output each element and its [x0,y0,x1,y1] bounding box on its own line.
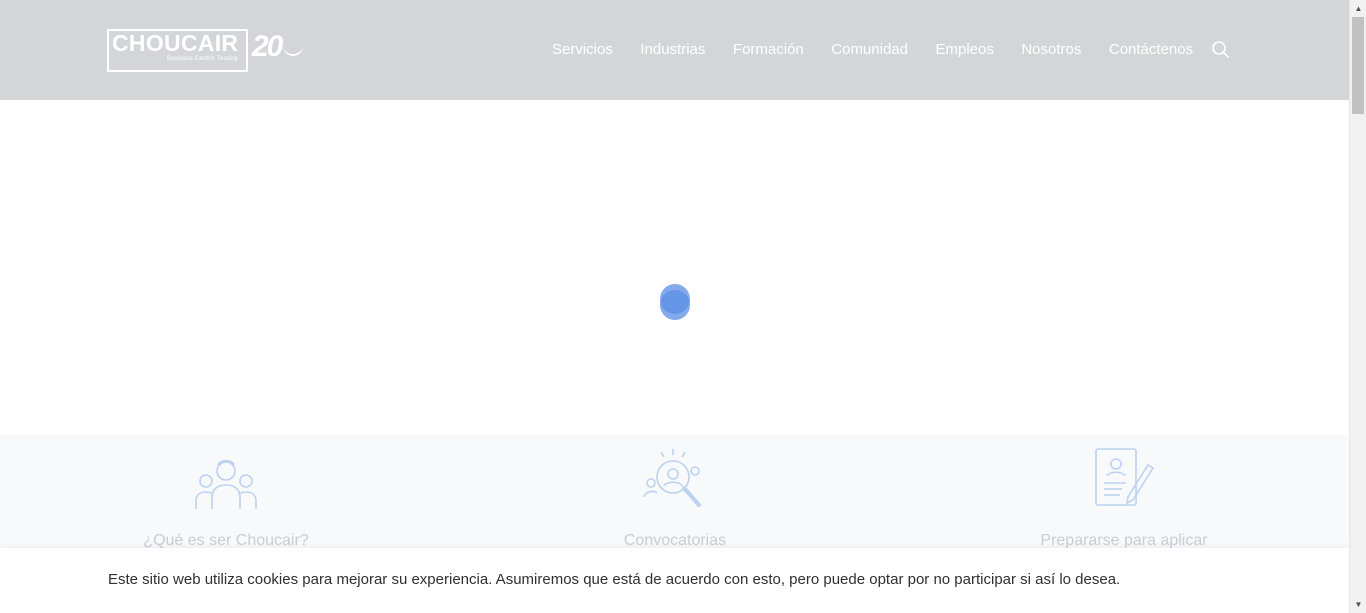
page: CHOUCAIR Business Centric Testing 20 Ser… [0,0,1366,613]
choucair-logo[interactable]: CHOUCAIR Business Centric Testing 20 [107,28,307,74]
logo-anniversary: 20 [252,30,283,63]
logo-wordmark: CHOUCAIR [112,30,239,56]
scrollbar-thumb[interactable] [1352,17,1364,114]
nav-item-formacion[interactable]: Formación [733,40,804,60]
cookie-banner: Este sitio web utiliza cookies para mejo… [0,548,1349,613]
logo-swoosh [283,46,303,56]
search-icon[interactable] [1211,40,1231,60]
nav-item-contactenos[interactable]: Contáctenos [1109,40,1193,60]
loading-spinner [660,284,690,320]
search-people-icon [643,447,707,509]
resume-icon [1092,447,1156,509]
nav-item-empleos[interactable]: Empleos [935,40,993,60]
logo-tagline: Business Centric Testing [167,56,238,62]
nav-item-nosotros[interactable]: Nosotros [1021,40,1081,60]
team-icon [194,447,258,509]
scroll-down-arrow-icon[interactable]: ▼ [1350,596,1366,613]
cookie-message: Este sitio web utiliza cookies para mejo… [108,571,1121,588]
nav-item-industrias[interactable]: Industrias [640,40,705,60]
scroll-up-arrow-icon[interactable]: ▲ [1350,0,1366,17]
nav-item-comunidad[interactable]: Comunidad [831,40,908,60]
main-nav: Servicios Industrias Formación Comunidad… [552,40,1221,60]
vertical-scrollbar[interactable]: ▲ ▼ [1349,0,1366,613]
nav-item-servicios[interactable]: Servicios [552,40,613,60]
site-header: CHOUCAIR Business Centric Testing 20 Ser… [0,0,1349,100]
